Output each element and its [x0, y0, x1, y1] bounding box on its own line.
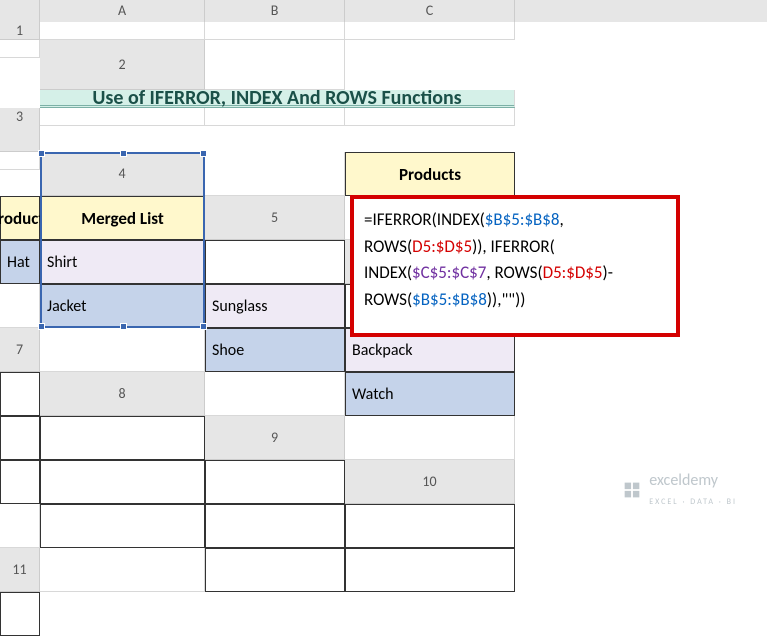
cell-a7[interactable] — [40, 328, 205, 372]
logo-icon — [621, 479, 643, 501]
cell-a8[interactable] — [205, 372, 345, 416]
cell-a3[interactable] — [40, 108, 205, 126]
row-header-3[interactable]: 3 — [0, 108, 40, 152]
row-header-2[interactable]: 2 — [40, 40, 205, 90]
cell-c1[interactable] — [345, 22, 515, 40]
cell-d11[interactable] — [0, 592, 40, 636]
cell-a2[interactable] — [205, 40, 345, 90]
cell-c3[interactable] — [345, 108, 515, 126]
cell-a9[interactable] — [345, 416, 515, 460]
cell-a11[interactable] — [40, 548, 205, 592]
cell-b11[interactable] — [205, 548, 345, 592]
row-header-4[interactable]: 4 — [40, 152, 205, 196]
cell-d9[interactable] — [205, 460, 345, 504]
row-header-1[interactable]: 1 — [0, 22, 40, 40]
cell-b7[interactable]: Shoe — [205, 328, 345, 372]
col-header-c[interactable]: C — [345, 0, 515, 23]
title-cell[interactable]: Use of IFERROR, INDEX And ROWS Functions — [40, 90, 515, 108]
row-header-7[interactable]: 7 — [0, 328, 40, 372]
cell-b8[interactable]: Watch — [345, 372, 515, 416]
cell-b9[interactable] — [0, 460, 40, 504]
cell-a6[interactable] — [0, 284, 40, 328]
cell-a10[interactable] — [0, 504, 40, 548]
row-header-10[interactable]: 10 — [345, 460, 515, 504]
watermark: exceldemy EXCEL · DATA · BI — [621, 471, 737, 509]
cell-c10[interactable] — [205, 504, 345, 548]
cell-b1[interactable] — [205, 22, 345, 40]
cell-b3[interactable] — [205, 108, 345, 126]
col-header-a[interactable]: A — [40, 0, 205, 23]
cell-b6[interactable]: Jacket — [40, 284, 205, 328]
cell-d8[interactable] — [40, 416, 205, 460]
col-header-b[interactable]: B — [205, 0, 345, 23]
row-header-8[interactable]: 8 — [40, 372, 205, 416]
formula-text: =IFERROR(INDEX( — [364, 209, 485, 230]
header-b[interactable]: Products — [345, 152, 515, 196]
cell-a4[interactable] — [205, 152, 345, 196]
cell-a1[interactable] — [40, 22, 205, 40]
watermark-text: exceldemy — [649, 471, 718, 490]
cell-d7[interactable] — [0, 372, 40, 416]
cell-c9[interactable] — [40, 460, 205, 504]
header-d[interactable]: Merged List — [40, 196, 205, 240]
cell-d3[interactable] — [0, 152, 40, 170]
row-header-11[interactable]: 11 — [0, 548, 40, 592]
cell-d5[interactable] — [205, 240, 345, 284]
row-header-5[interactable]: 5 — [205, 196, 345, 240]
row-header-9[interactable]: 9 — [205, 416, 345, 460]
cell-c11[interactable] — [345, 548, 515, 592]
cell-c5[interactable]: Shirt — [40, 240, 205, 284]
watermark-sub: EXCEL · DATA · BI — [649, 497, 737, 507]
cell-c8[interactable] — [0, 416, 40, 460]
header-c[interactable]: Products — [0, 196, 40, 240]
column-headers: A B C D — [0, 0, 767, 22]
cell-d10[interactable] — [345, 504, 515, 548]
cell-c6[interactable]: Sunglass — [205, 284, 345, 328]
formula-callout: =IFERROR(INDEX($B$5:$B$8, ROWS(D5:$D$5))… — [350, 195, 680, 337]
cell-b5[interactable]: Hat — [0, 240, 40, 284]
cell-d1[interactable] — [0, 40, 40, 58]
cell-b10[interactable] — [40, 504, 205, 548]
select-all-corner[interactable] — [0, 0, 40, 23]
